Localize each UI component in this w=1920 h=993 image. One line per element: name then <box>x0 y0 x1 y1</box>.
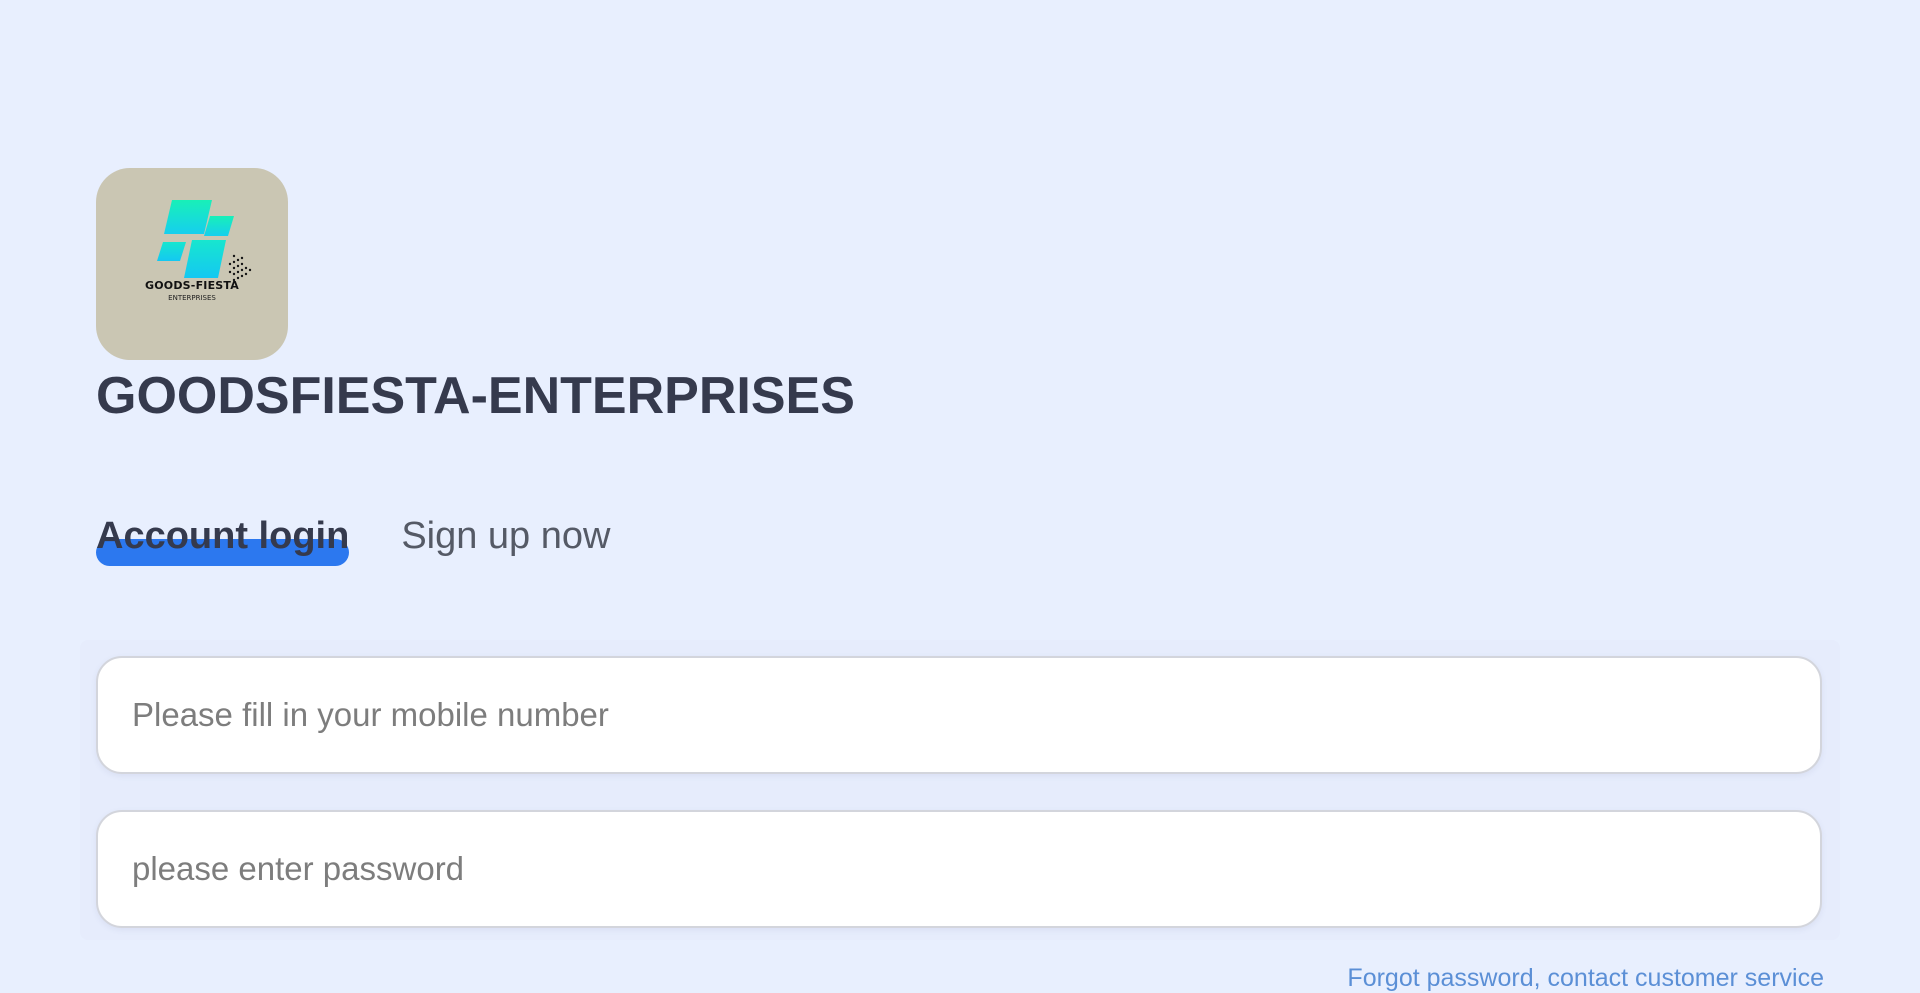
logo-subtext: ENTERPRISES <box>168 294 216 302</box>
tab-account-login[interactable]: Account login <box>96 510 350 566</box>
password-input[interactable] <box>96 810 1822 928</box>
brand-logo: GOODS-FIESTA ENTERPRISES <box>96 168 288 360</box>
brand-name: GOODSFIESTA-ENTERPRISES <box>96 367 855 425</box>
tab-sign-up-label: Sign up now <box>401 515 611 557</box>
mobile-number-input[interactable] <box>96 656 1822 774</box>
tab-account-login-label: Account login <box>96 515 350 557</box>
tab-sign-up[interactable]: Sign up now <box>401 510 610 562</box>
auth-tabs: Account login Sign up now <box>96 510 610 566</box>
logo-text: GOODS-FIESTA <box>145 279 239 292</box>
logo-mark-icon <box>157 200 252 282</box>
forgot-password-link[interactable]: Forgot password, contact customer servic… <box>1347 964 1824 993</box>
